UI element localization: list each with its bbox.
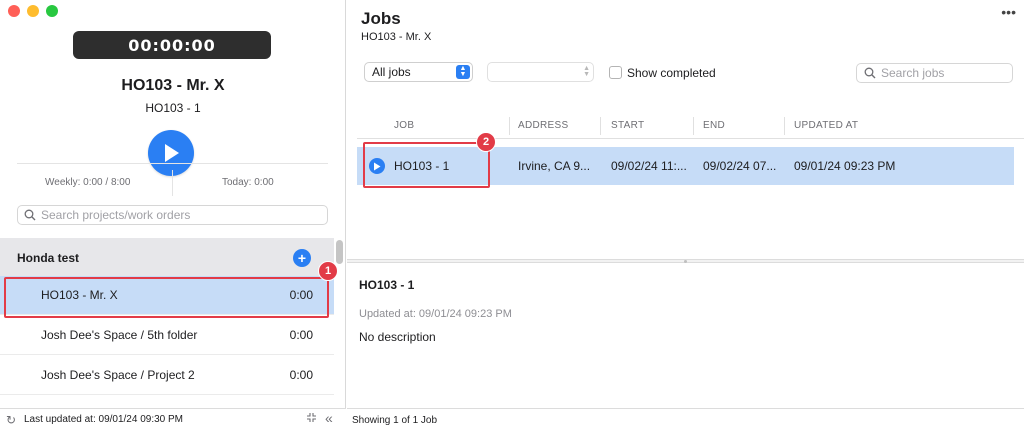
- job-count-text: Showing 1 of 1 Job: [352, 415, 438, 426]
- annotation-highlight-2: [363, 142, 490, 188]
- job-filter-select[interactable]: All jobs ▲ ▼: [364, 62, 473, 82]
- column-header-address[interactable]: ADDRESS: [518, 120, 568, 131]
- column-separator: [600, 117, 601, 135]
- group-title: Honda test: [17, 251, 80, 265]
- close-window-button[interactable]: [8, 5, 20, 17]
- column-separator: [693, 117, 694, 135]
- sidebar-footer: ↻ Last updated at: 09/01/24 09:30 PM «: [0, 408, 346, 430]
- column-separator: [784, 117, 785, 135]
- list-item-time: 0:00: [289, 368, 313, 382]
- main-footer: Showing 1 of 1 Job: [347, 408, 1024, 430]
- search-jobs-placeholder: Search jobs: [881, 66, 945, 80]
- search-projects-placeholder: Search projects/work orders: [41, 208, 191, 222]
- show-completed-label[interactable]: Show completed: [627, 66, 716, 80]
- divider-handle[interactable]: [684, 260, 687, 263]
- collapse-sidebar-icon[interactable]: «: [325, 410, 333, 426]
- list-item-label: Josh Dee's Space / 5th folder: [41, 328, 198, 342]
- split-view-divider[interactable]: [347, 259, 1024, 263]
- dropdown-stepper-icon: ▲ ▼: [583, 65, 590, 78]
- column-separator: [509, 117, 510, 135]
- search-icon: [864, 67, 876, 79]
- list-item[interactable]: Josh Dee's Space / 5th folder 0:00: [0, 316, 334, 355]
- weekly-hours: Weekly: 0:00 / 8:00: [45, 177, 131, 188]
- detail-updated: Updated at: 09/01/24 09:23 PM: [359, 308, 512, 320]
- detail-title: HO103 - 1: [359, 278, 415, 292]
- detail-description: No description: [359, 330, 436, 344]
- window-controls: [8, 5, 58, 17]
- minimize-window-button[interactable]: [27, 5, 39, 17]
- start-timer-button[interactable]: [148, 130, 194, 176]
- timer-display: 00:00:00: [73, 31, 271, 59]
- column-header-start[interactable]: START: [611, 120, 644, 131]
- stats-divider: [17, 163, 328, 164]
- secondary-filter-select[interactable]: ▲ ▼: [487, 62, 594, 82]
- job-address-cell: Irvine, CA 9...: [518, 159, 591, 173]
- list-item[interactable]: Josh Dee's Space / Project 2 0:00: [0, 356, 334, 395]
- page-title: Jobs: [361, 9, 401, 28]
- column-header-updated-at[interactable]: UPDATED AT: [794, 120, 858, 131]
- last-updated-text: Last updated at: 09/01/24 09:30 PM: [24, 414, 184, 425]
- today-hours: Today: 0:00: [222, 177, 274, 188]
- job-end-cell: 09/02/24 07...: [703, 159, 777, 173]
- app-window: 00:00:00 HO103 - Mr. X HO103 - 1 Weekly:…: [0, 0, 1024, 430]
- stats-separator: [172, 170, 173, 196]
- column-header-end[interactable]: END: [703, 120, 725, 131]
- main-panel: Jobs HO103 - Mr. X ••• All jobs ▲ ▼ ▲ ▼ Sh…: [347, 0, 1024, 430]
- current-project-title: HO103 - Mr. X: [121, 77, 225, 94]
- job-updated-cell: 09/01/24 09:23 PM: [794, 159, 896, 173]
- compact-view-icon[interactable]: [306, 412, 317, 426]
- refresh-icon[interactable]: ↻: [6, 413, 16, 427]
- search-projects-input[interactable]: Search projects/work orders: [17, 205, 328, 225]
- job-start-cell: 09/02/24 11:...: [611, 159, 687, 173]
- more-options-icon[interactable]: •••: [1001, 4, 1016, 20]
- page-subtitle: HO103 - Mr. X: [361, 31, 432, 43]
- current-job-subtitle: HO103 - 1: [145, 101, 201, 115]
- dropdown-stepper-icon: ▲ ▼: [456, 65, 470, 79]
- column-header-job[interactable]: JOB: [394, 120, 414, 131]
- play-icon: [165, 144, 179, 162]
- zoom-window-button[interactable]: [46, 5, 58, 17]
- group-header[interactable]: Honda test +: [0, 238, 334, 276]
- list-item-label: Josh Dee's Space / Project 2: [41, 368, 195, 382]
- plus-icon: +: [297, 250, 307, 266]
- add-project-button[interactable]: +: [293, 249, 311, 267]
- annotation-badge-2: 2: [476, 132, 496, 152]
- list-item-time: 0:00: [289, 328, 313, 342]
- sidebar: 00:00:00 HO103 - Mr. X HO103 - 1 Weekly:…: [0, 0, 346, 430]
- jobs-table-header: JOB ADDRESS START END UPDATED AT: [357, 115, 1024, 139]
- sidebar-scrollbar[interactable]: [336, 240, 343, 264]
- search-icon: [24, 209, 36, 221]
- job-filter-value: All jobs: [372, 65, 411, 79]
- annotation-badge-1: 1: [318, 261, 338, 281]
- search-jobs-input[interactable]: Search jobs: [856, 63, 1013, 83]
- annotation-highlight-1: [4, 277, 329, 318]
- show-completed-checkbox[interactable]: [609, 66, 622, 79]
